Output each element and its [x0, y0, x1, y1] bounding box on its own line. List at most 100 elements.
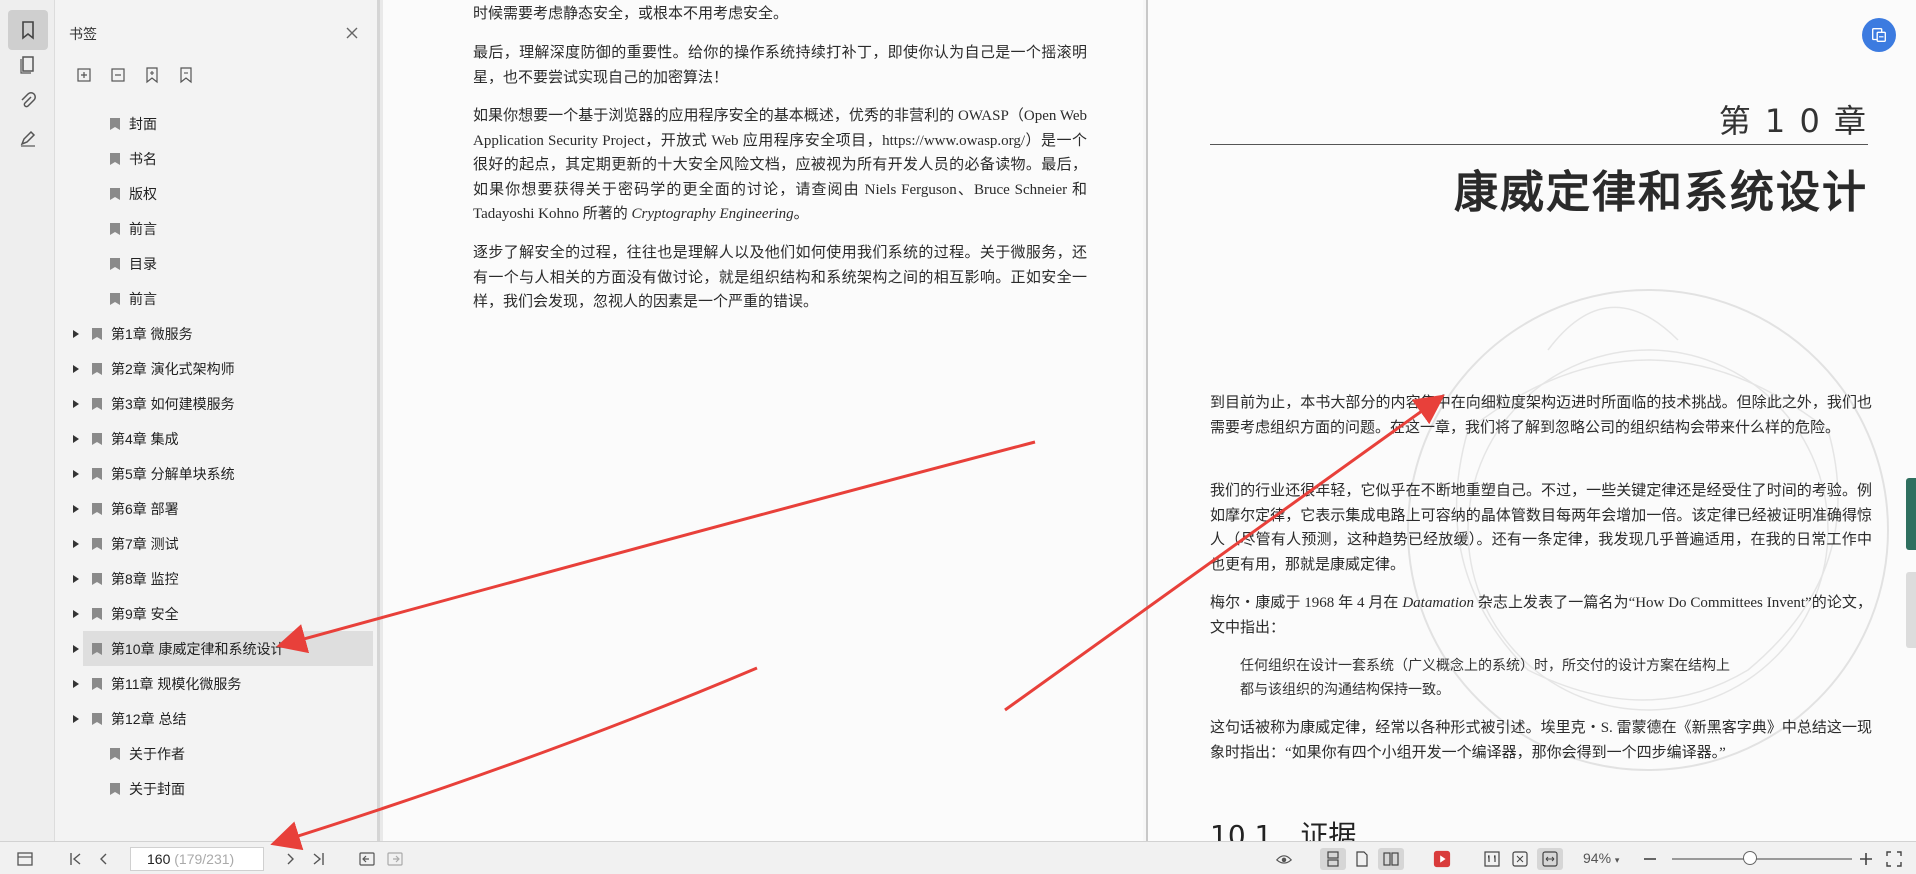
bookmark-item[interactable]: 第1章 微服务 [55, 316, 375, 351]
bookmark-item[interactable]: 关于作者 [55, 736, 375, 771]
single-page-button[interactable] [1350, 848, 1374, 870]
collapse-all-button[interactable] [107, 64, 129, 86]
vertical-scrollbar-thumb[interactable] [1906, 572, 1916, 648]
page-number-input[interactable]: 160 (179/231) [130, 847, 264, 871]
expand-all-button[interactable] [73, 64, 95, 86]
expand-toggle[interactable] [55, 469, 83, 478]
slideshow-button[interactable] [1430, 848, 1454, 870]
section-heading: 10.1 证据 [1210, 819, 1357, 841]
zoom-level: 94% [1583, 850, 1612, 866]
last-page-button[interactable] [308, 848, 328, 870]
close-panel-button[interactable] [341, 22, 363, 44]
previous-page-button[interactable] [94, 848, 114, 870]
bookmark-item[interactable]: 第2章 演化式架构师 [55, 351, 375, 386]
bookmark-row: 第8章 监控 [55, 569, 375, 589]
expand-toggle[interactable] [55, 609, 83, 618]
expand-toggle[interactable] [55, 539, 83, 548]
thumbnails-button[interactable] [8, 44, 48, 84]
bookmark-item[interactable]: 书名 [55, 141, 375, 176]
bookmark-item[interactable]: 第9章 安全 [55, 596, 375, 631]
bookmark-item[interactable]: 第12章 总结 [55, 701, 375, 736]
bookmark-flag [83, 572, 111, 586]
bookmark-item[interactable]: 前言 [55, 281, 375, 316]
floating-tool-button[interactable] [1862, 18, 1896, 52]
expand-toggle[interactable] [55, 329, 83, 338]
bookmark-item[interactable]: 第6章 部署 [55, 491, 375, 526]
bookmark-label: 第10章 康威定律和系统设计 [111, 640, 285, 657]
bookmark-label: 第4章 集成 [111, 430, 179, 447]
two-page-button[interactable] [1378, 848, 1404, 870]
bookmark-row: 前言 [55, 219, 375, 239]
fit-page-icon [1512, 851, 1528, 867]
zoom-slider-track[interactable] [1672, 858, 1852, 860]
bookmark-flag-icon [110, 222, 120, 235]
next-page-button[interactable] [280, 848, 300, 870]
expand-toggle[interactable] [55, 399, 83, 408]
bookmarks-panel-title: 书签 [69, 26, 97, 42]
chapter-number: 第 1 0 章 [1718, 102, 1868, 140]
paragraph: 到目前为止，本书大部分的内容集中在向细粒度架构迈进时所面临的技术挑战。但除此之外… [1210, 395, 1872, 436]
zoom-slider-thumb[interactable] [1743, 851, 1757, 865]
continuous-page-button[interactable] [1320, 848, 1346, 870]
bookmark-item[interactable]: 目录 [55, 246, 375, 281]
go-back-button[interactable] [356, 848, 378, 870]
bookmark-item[interactable]: 第4章 集成 [55, 421, 375, 456]
attachments-button[interactable] [8, 81, 48, 121]
chapter-title: 康威定律和系统设计 [1454, 167, 1868, 218]
document-view[interactable]: 时候需要考虑静态安全，或根本不用考虑安全。 最后，理解深度防御的重要性。给你的操… [383, 0, 1916, 841]
expand-toggle[interactable] [55, 504, 83, 513]
add-bookmark-button[interactable] [141, 64, 163, 86]
quote-line: 任何组织在设计一套系统（广义概念上的系统）时，所交付的设计方案在结构上 [1240, 658, 1730, 674]
bookmark-item[interactable]: 第5章 分解单块系统 [55, 456, 375, 491]
bookmark-label: 第11章 规模化微服务 [111, 675, 242, 692]
paragraph: 最后，理解深度防御的重要性。给你的操作系统持续打补丁，即使你认为自己是一个摇滚明… [473, 45, 1087, 86]
signature-button[interactable] [8, 118, 48, 158]
bookmark-item[interactable]: 第10章 康威定律和系统设计 [73, 631, 373, 666]
bookmark-item[interactable]: 封面 [55, 106, 375, 141]
expand-toggle-placeholder [55, 785, 101, 793]
fullscreen-button[interactable] [1884, 848, 1904, 870]
bookmark-item[interactable]: 第7章 测试 [55, 526, 375, 561]
bookmark-row: 关于作者 [55, 744, 375, 764]
fit-page-button[interactable] [1508, 848, 1532, 870]
chevron-left-icon [100, 853, 107, 865]
bookmarks-panel: 书签 封面 书名 版权 前言 目录 前言 第1章 微服务 第2章 演化式架构师 第3章 如何建模… [55, 0, 380, 841]
expand-toggle[interactable] [55, 644, 83, 653]
bookmark-label: 第5章 分解单块系统 [111, 465, 235, 482]
caret-right-icon [73, 434, 79, 443]
bookmark-label: 第7章 测试 [111, 535, 179, 552]
zoom-in-button[interactable] [1856, 848, 1876, 870]
bookmark-item[interactable]: 前言 [55, 211, 375, 246]
side-tab[interactable] [1906, 478, 1916, 550]
bookmark-flag [101, 292, 129, 306]
expand-toggle[interactable] [55, 364, 83, 373]
bookmark-item[interactable]: 第3章 如何建模服务 [55, 386, 375, 421]
bookmark-flag [101, 782, 129, 796]
bookmark-item[interactable]: 第11章 规模化微服务 [55, 666, 375, 701]
expand-toggle[interactable] [55, 679, 83, 688]
bookmark-flag [83, 467, 111, 481]
bookmark-label: 第1章 微服务 [111, 325, 193, 342]
chevron-right-icon [287, 853, 294, 865]
bookmark-item[interactable]: 第8章 监控 [55, 561, 375, 596]
bookmark-row: 第10章 康威定律和系统设计 [55, 639, 345, 659]
expand-toggle[interactable] [55, 574, 83, 583]
eye-care-button[interactable] [1272, 848, 1296, 870]
bookmark-item[interactable]: 版权 [55, 176, 375, 211]
zoom-level-select[interactable]: 94% ▾ [1583, 850, 1619, 866]
bookmark-flag [83, 362, 111, 376]
expand-toggle[interactable] [55, 714, 83, 723]
expand-toggle[interactable] [55, 434, 83, 443]
caret-right-icon [73, 644, 79, 653]
delete-bookmark-button[interactable] [175, 64, 197, 86]
fit-width-button[interactable] [1537, 848, 1563, 870]
bookmark-row: 第1章 微服务 [55, 324, 375, 344]
go-forward-button[interactable] [384, 848, 406, 870]
toggle-sidebar-button[interactable] [14, 848, 36, 870]
bookmark-item[interactable]: 关于封面 [55, 771, 375, 806]
actual-size-button[interactable] [1480, 848, 1504, 870]
zoom-out-button[interactable] [1640, 848, 1660, 870]
bookmark-row: 第11章 规模化微服务 [55, 674, 375, 694]
first-page-button[interactable] [66, 848, 86, 870]
bookmark-row: 第12章 总结 [55, 709, 375, 729]
